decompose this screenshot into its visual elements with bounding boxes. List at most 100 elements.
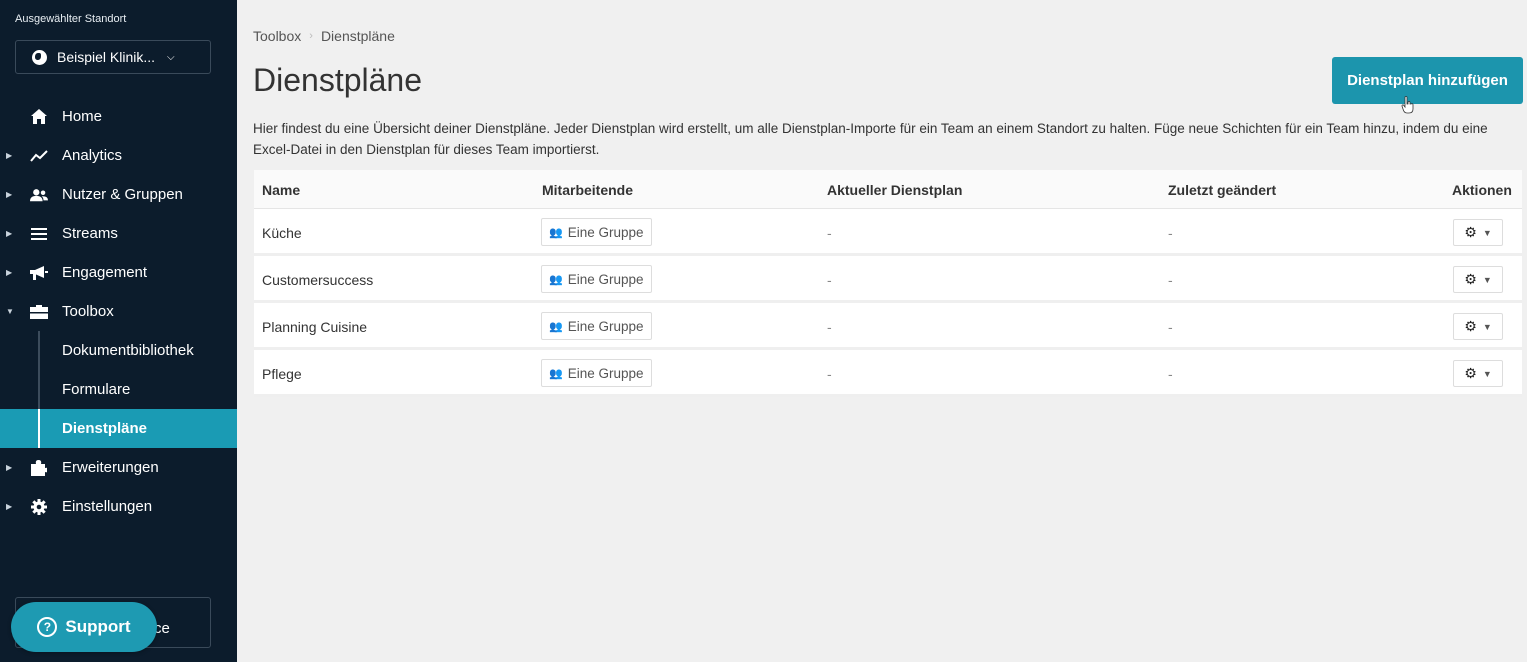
gear-icon: ⚙ xyxy=(1464,224,1477,240)
question-icon: ? xyxy=(37,617,58,637)
row-name[interactable]: Pflege xyxy=(262,366,302,382)
home-icon xyxy=(30,108,48,126)
sidebar-item-streams[interactable]: ▶ Streams xyxy=(0,214,237,253)
column-header-aktionen: Aktionen xyxy=(1452,182,1512,198)
sidebar-item-home[interactable]: Home xyxy=(0,97,237,136)
sidebar-subitem-dokumentbibliothek[interactable]: Dokumentbibliothek xyxy=(0,331,237,370)
streams-icon xyxy=(30,225,48,243)
group-icon: 👥 xyxy=(549,226,563,239)
sidebar-item-label: Dokumentbibliothek xyxy=(62,342,194,359)
group-label: Eine Gruppe xyxy=(567,318,644,334)
row-name[interactable]: Customersuccess xyxy=(262,272,373,288)
add-dienstplan-button[interactable]: Dienstplan hinzufügen xyxy=(1332,57,1523,104)
sidebar-item-users[interactable]: ▶ Nutzer & Gruppen xyxy=(0,175,237,214)
sidebar-item-analytics[interactable]: ▶ Analytics xyxy=(0,136,237,175)
sidebar-item-label: Formulare xyxy=(62,381,131,398)
current-plan-value: - xyxy=(827,366,832,382)
table-row: Customersuccess 👥 Eine Gruppe - - ⚙ ▼ xyxy=(254,256,1522,303)
page-description: Hier findest du eine Übersicht deiner Di… xyxy=(253,121,1488,157)
gear-icon xyxy=(30,498,48,516)
sidebar-subitem-formulare[interactable]: Formulare xyxy=(0,370,237,409)
sidebar-item-label: Streams xyxy=(62,225,118,242)
column-header-aktueller-dienstplan: Aktueller Dienstplan xyxy=(827,182,963,198)
column-header-name: Name xyxy=(262,182,301,198)
submenu-line xyxy=(38,409,40,448)
caret-right-icon: ▶ xyxy=(6,151,13,160)
table-row: Pflege 👥 Eine Gruppe - - ⚙ ▼ xyxy=(254,350,1522,397)
group-badge[interactable]: 👥 Eine Gruppe xyxy=(541,265,652,293)
row-actions-button[interactable]: ⚙ ▼ xyxy=(1453,219,1503,246)
page-title: Dienstpläne xyxy=(253,62,422,98)
row-actions-button[interactable]: ⚙ ▼ xyxy=(1453,266,1503,293)
last-changed-value: - xyxy=(1168,225,1173,241)
sidebar-item-label: Engagement xyxy=(62,264,148,281)
current-plan-value: - xyxy=(827,272,832,288)
sidebar-item-label: Analytics xyxy=(62,147,123,164)
group-icon: 👥 xyxy=(549,367,563,380)
group-icon: 👥 xyxy=(549,273,563,286)
submenu-line xyxy=(38,331,40,370)
group-badge[interactable]: 👥 Eine Gruppe xyxy=(541,218,652,246)
row-actions-button[interactable]: ⚙ ▼ xyxy=(1453,313,1503,340)
group-label: Eine Gruppe xyxy=(567,365,644,381)
sidebar-item-engagement[interactable]: ▶ Engagement xyxy=(0,253,237,292)
sidebar-item-erweiterungen[interactable]: ▶ Erweiterungen xyxy=(0,448,237,487)
row-name[interactable]: Küche xyxy=(262,225,302,241)
chevron-down-icon: ▼ xyxy=(1482,368,1492,379)
sidebar-nav: Home ▶ Analytics ▶ Nutzer & Gruppen ▶ St… xyxy=(0,97,237,526)
last-changed-value: - xyxy=(1168,319,1173,335)
gear-icon: ⚙ xyxy=(1464,318,1477,334)
main-content: Toolbox › Dienstpläne Dienstpläne Dienst… xyxy=(237,0,1527,662)
breadcrumb-current: Dienstpläne xyxy=(320,28,395,44)
group-label: Eine Gruppe xyxy=(567,224,644,240)
breadcrumb-link-toolbox[interactable]: Toolbox xyxy=(253,28,301,44)
toolbox-icon xyxy=(30,303,48,321)
column-header-mitarbeitende: Mitarbeitende xyxy=(542,182,634,198)
group-badge[interactable]: 👥 Eine Gruppe xyxy=(541,312,652,340)
sidebar: Ausgewählter Standort Beispiel Klinik...… xyxy=(0,0,237,662)
sidebar-item-einstellungen[interactable]: ▶ Einstellungen xyxy=(0,487,237,526)
caret-down-icon: ▼ xyxy=(6,307,14,316)
puzzle-icon xyxy=(30,459,48,477)
caret-right-icon: ▶ xyxy=(6,502,13,511)
mouse-pointer-icon xyxy=(1401,96,1414,114)
sidebar-item-label: Einstellungen xyxy=(62,498,153,515)
sidebar-subitem-dienstplaene[interactable]: Dienstpläne xyxy=(0,409,237,448)
gear-icon: ⚙ xyxy=(1464,365,1477,381)
gear-icon: ⚙ xyxy=(1464,271,1477,287)
sidebar-item-label: Erweiterungen xyxy=(62,459,159,476)
chevron-down-icon: ⌵ xyxy=(167,51,175,63)
last-changed-value: - xyxy=(1168,366,1173,382)
globe-icon xyxy=(32,49,47,65)
table-row: Planning Cuisine 👥 Eine Gruppe - - ⚙ ▼ xyxy=(254,303,1522,350)
caret-right-icon: ▶ xyxy=(6,190,13,199)
caret-right-icon: ▶ xyxy=(6,229,13,238)
chevron-down-icon: ▼ xyxy=(1482,227,1492,238)
chevron-down-icon: ▼ xyxy=(1482,274,1492,285)
analytics-icon xyxy=(30,147,48,165)
current-plan-value: - xyxy=(827,225,832,241)
table-row: Küche 👥 Eine Gruppe - - ⚙ ▼ xyxy=(254,209,1522,256)
sidebar-item-label: Toolbox xyxy=(62,303,114,320)
support-button[interactable]: ? Support xyxy=(11,602,157,652)
sidebar-item-label: Nutzer & Gruppen xyxy=(62,186,183,203)
caret-right-icon: ▶ xyxy=(6,463,13,472)
caret-right-icon: ▶ xyxy=(6,268,13,277)
column-header-zuletzt-geaendert: Zuletzt geändert xyxy=(1168,182,1277,198)
sidebar-item-label: Home xyxy=(62,108,103,125)
group-icon: 👥 xyxy=(549,320,563,333)
sidebar-item-toolbox[interactable]: ▼ Toolbox xyxy=(0,292,237,331)
support-label: Support xyxy=(65,617,131,636)
breadcrumb: Toolbox › Dienstpläne xyxy=(253,28,395,44)
group-badge[interactable]: 👥 Eine Gruppe xyxy=(541,359,652,387)
table-header: Name Mitarbeitende Aktueller Dienstplan … xyxy=(254,170,1522,209)
row-name[interactable]: Planning Cuisine xyxy=(262,319,367,335)
dienstplan-table: Name Mitarbeitende Aktueller Dienstplan … xyxy=(254,170,1522,397)
location-select[interactable]: Beispiel Klinik... ⌵ xyxy=(15,40,211,74)
location-value: Beispiel Klinik... xyxy=(57,49,156,65)
users-icon xyxy=(30,186,48,204)
row-actions-button[interactable]: ⚙ ▼ xyxy=(1453,360,1503,387)
chevron-down-icon: ▼ xyxy=(1482,321,1492,332)
last-changed-value: - xyxy=(1168,272,1173,288)
group-label: Eine Gruppe xyxy=(567,271,644,287)
